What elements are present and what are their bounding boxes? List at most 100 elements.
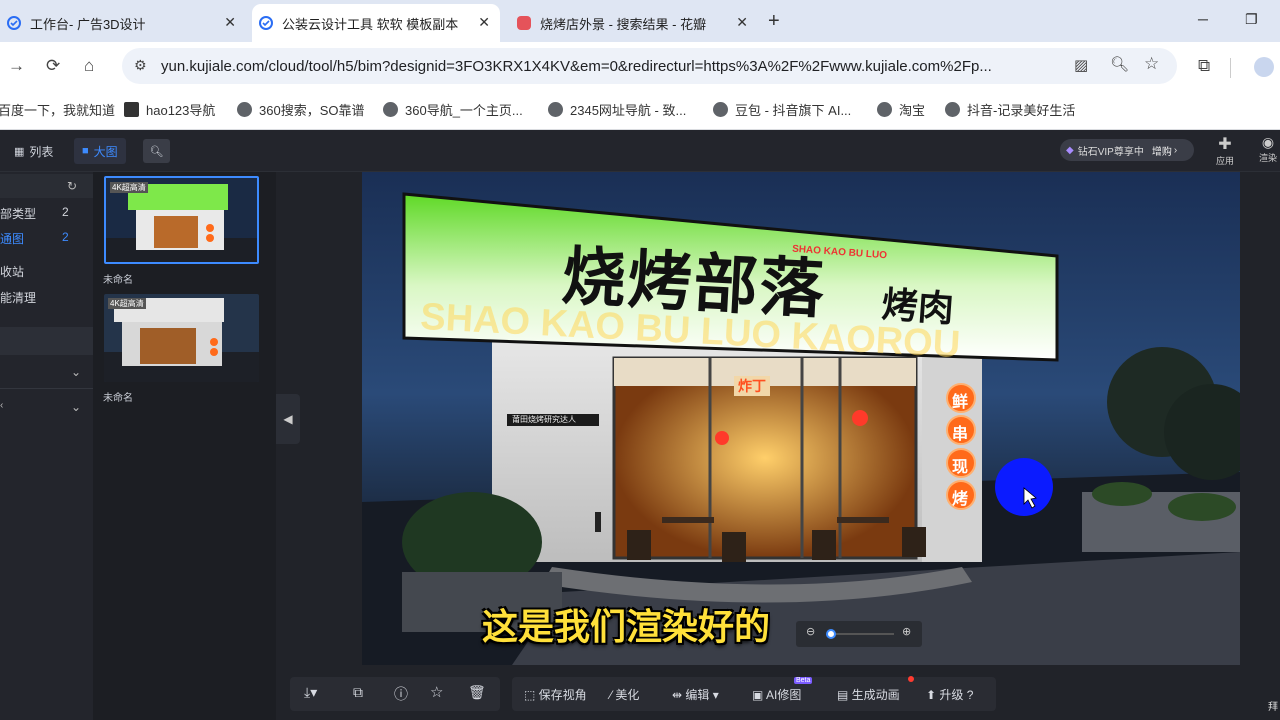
right-edge-label: 拜 [1268,702,1278,713]
filter-dropdown[interactable]: ⌄ [0,361,93,389]
divider [1230,58,1231,78]
close-icon[interactable]: ✕ [478,14,490,31]
bookmark-label: hao123导航 [146,103,216,118]
close-icon[interactable]: ✕ [736,14,748,31]
beautify-button[interactable]: ⁄ 美化 [610,686,639,703]
vip-upgrade-link[interactable]: 增购 [1152,143,1172,158]
beta-badge: Beta [794,677,813,684]
shield-icon [258,15,274,31]
crop-icon: ⬚ [524,688,539,702]
vip-badge[interactable]: ◆ 钻石VIP尊享中 增购 › [1060,139,1194,161]
filter-item-type[interactable]: 部类型 2 [0,205,93,222]
tab-label: 工作台- 广告3D设计 [30,16,146,32]
address-toolbar: → ⟳ ⌂ ⚙ yun.kujiale.com/cloud/tool/h5/bi… [0,42,1280,92]
search-icon: 🔍︎ [149,145,164,158]
bookmark-item[interactable]: 2345网址导航 - 致... [548,100,686,119]
puzzle-icon: ✚ [1218,136,1232,153]
star-icon[interactable]: ☆ [430,683,443,701]
render-preview[interactable]: 烧烤部落 烤肉 SHAO KAO BU LUO SHAO KAO BU LUO … [362,172,1240,665]
filter-item-cleanup[interactable]: 能清理 [0,289,36,306]
render-thumbnail[interactable]: 4K超高清 [104,294,259,382]
thumbnail-name[interactable]: 未命名 [103,389,133,404]
wall-plaque: 莆田烧烤研究达人 [512,415,576,424]
apps-label: 应用 [1215,156,1234,166]
large-view-label: 大图 [93,144,118,159]
render-label: 渲染 [1258,153,1277,163]
save-view-button[interactable]: ⬚ 保存视角 [524,686,587,703]
new-tab-button[interactable]: + [768,10,780,33]
trash-icon[interactable]: 🗑︎ [468,684,486,701]
bookmark-item[interactable]: 360搜索，SO靠谱 [237,100,364,119]
filter-section [0,327,93,355]
upgrade-button[interactable]: ⬆ 升级 ? [926,686,973,703]
restore-icon[interactable]: ❐ [1245,11,1258,28]
apps-button[interactable]: ✚ 应用 [1212,134,1238,167]
video-subtitle: 这是我们渲染好的 [482,607,771,648]
open-external-icon[interactable]: ⧉ [353,684,363,701]
lantern-char: 现 [952,459,969,476]
generate-animation-button[interactable]: ▤ 生成动画 [837,686,900,703]
window-sign: 炸丁 [734,376,770,396]
large-view-button[interactable]: ■ 大图 [74,138,126,164]
beautify-label: 美化 [615,688,640,702]
zoom-control: ⊖ ⊕ [796,621,922,647]
bookmark-label: 2345网址导航 - 致... [570,103,687,118]
generate-animation-label: 生成动画 [851,688,900,702]
bookmark-label: 豆包 - 抖音旗下 AI... [735,103,852,118]
thumbnail-list: 4K超高清 未命名 4K超高清 未命名 [93,172,276,720]
bookmark-item[interactable]: 百度一下，我就知道 [0,100,115,119]
globe-icon [383,102,398,117]
bookmark-item[interactable]: 360导航_一个主页... [383,100,523,119]
extensions-icon[interactable]: ⧉ [1198,56,1210,76]
reload-icon[interactable]: ⟳ [46,56,60,76]
zoom-search-icon[interactable]: 🔍︎ [1110,55,1129,73]
profile-avatar[interactable] [1254,57,1274,77]
home-icon[interactable]: ⌂ [84,56,94,76]
tab-search-results[interactable]: 烧烤店外景 - 搜索结果 - 花瓣 ✕ [510,4,758,42]
hd-badge: 4K超高清 [110,182,148,193]
chevron-down-icon: ▾ [709,688,719,702]
upgrade-label: 升级 [939,688,964,702]
edit-button[interactable]: ⇹ 编辑 ▾ [672,686,719,703]
zoom-track[interactable] [828,633,894,635]
bookmark-item[interactable]: hao123导航 [124,100,215,119]
ai-icon: ▣ [752,688,767,702]
zoom-out-icon[interactable]: ⊖ [806,625,815,638]
bookmark-item[interactable]: 豆包 - 抖音旗下 AI... [713,100,851,119]
omnibox[interactable]: ⚙ yun.kujiale.com/cloud/tool/h5/bim?desi… [122,48,1177,84]
globe-icon [945,102,960,117]
list-view-button[interactable]: ▦ 列表 [6,138,61,164]
save-view-label: 保存视角 [538,688,587,702]
collapse-panel-button[interactable]: ◀ [276,394,300,444]
filter-item-recycle[interactable]: 收站 [0,263,24,280]
no-image-icon[interactable]: ▨ [1074,56,1088,74]
app-header: ▦ 列表 ■ 大图 🔍︎ ◆ 钻石VIP尊享中 增购 › ✚ 应用 ◉ 渲染 [0,130,1280,172]
zoom-slider-handle[interactable] [826,629,837,639]
filter-item-normal-image[interactable]: 通图 2 [0,230,93,247]
bookmark-item[interactable]: 抖音-记录美好生活 [945,100,1075,119]
tab-design-tool[interactable]: 公装云设计工具 软软 模板副本 ✕ [252,4,500,42]
lantern-char: 串 [952,426,969,443]
bookmark-item[interactable]: 淘宝 [877,100,925,119]
forward-icon[interactable]: → [8,56,25,76]
globe-icon [548,102,563,117]
ai-retouch-button[interactable]: ▣ AI修图 [752,686,801,703]
zoom-in-icon[interactable]: ⊕ [902,625,911,638]
url-text[interactable]: yun.kujiale.com/cloud/tool/h5/bim?design… [161,58,1031,75]
download-icon[interactable]: ⤓▾ [304,684,317,701]
site-settings-icon[interactable]: ⚙ [134,57,147,74]
thumbnail-name[interactable]: 未命名 [103,271,133,286]
refresh-icon[interactable]: ↻ [67,179,77,193]
tab-workbench[interactable]: 工作台- 广告3D设计 ✕ [0,4,246,42]
bookmark-label: 百度一下，我就知道 [0,103,116,118]
render-button[interactable]: ◉ 渲染 [1256,134,1280,164]
info-icon[interactable]: ⓘ [394,684,408,704]
globe-icon [877,102,892,117]
vip-text: 钻石VIP尊享中 [1077,146,1144,158]
search-button[interactable]: 🔍︎ [143,139,170,163]
render-thumbnail-selected[interactable]: 4K超高清 [104,176,259,264]
star-icon[interactable]: ☆ [1144,54,1159,74]
minimize-icon[interactable]: ─ [1198,11,1208,27]
filter-dropdown[interactable]: ‹ ⌄ [0,396,93,424]
close-icon[interactable]: ✕ [224,14,236,31]
